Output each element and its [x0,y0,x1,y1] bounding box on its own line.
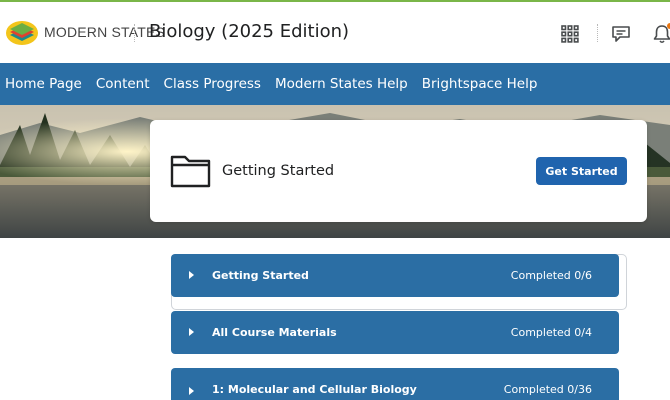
app-header: MODERN STATES Biology (2025 Edition) [0,2,670,62]
nav-home-page[interactable]: Home Page [5,76,82,92]
module-title: All Course Materials [212,326,337,339]
course-navbar: Home Page Content Class Progress Modern … [0,63,670,105]
module-all-course-materials[interactable]: All Course Materials Completed 0/4 [171,311,619,354]
brand-text: MODERN STATES [44,24,166,40]
caret-right-icon[interactable] [189,387,194,395]
module-completion-status: Completed 0/36 [503,383,592,396]
nav-modern-states-help[interactable]: Modern States Help [275,76,408,92]
caret-right-icon[interactable] [189,271,194,279]
card-title: Getting Started [222,163,335,179]
course-title[interactable]: Biology (2025 Edition) [149,21,349,42]
nav-content[interactable]: Content [96,76,150,92]
header-icon-separator [597,24,598,42]
bell-icon[interactable] [650,22,670,46]
module-molecular-cellular-biology[interactable]: 1: Molecular and Cellular Biology Comple… [171,368,619,400]
module-title: 1: Molecular and Cellular Biology [212,383,417,396]
apps-grid-icon[interactable] [558,22,582,46]
caret-right-icon[interactable] [189,328,194,336]
modern-states-logo-icon [5,18,39,46]
module-completion-status: Completed 0/6 [510,269,592,282]
getting-started-card: Getting Started Get Started [150,120,647,222]
chat-icon[interactable] [609,22,633,46]
nav-class-progress[interactable]: Class Progress [164,76,261,92]
module-getting-started[interactable]: Getting Started Completed 0/6 [171,254,619,297]
header-divider [134,24,135,42]
nav-brightspace-help[interactable]: Brightspace Help [422,76,538,92]
module-completion-status: Completed 0/4 [510,326,592,339]
module-title: Getting Started [212,269,309,282]
folder-icon [170,153,212,189]
brand-logo[interactable]: MODERN STATES [5,18,165,46]
get-started-button[interactable]: Get Started [536,157,627,185]
